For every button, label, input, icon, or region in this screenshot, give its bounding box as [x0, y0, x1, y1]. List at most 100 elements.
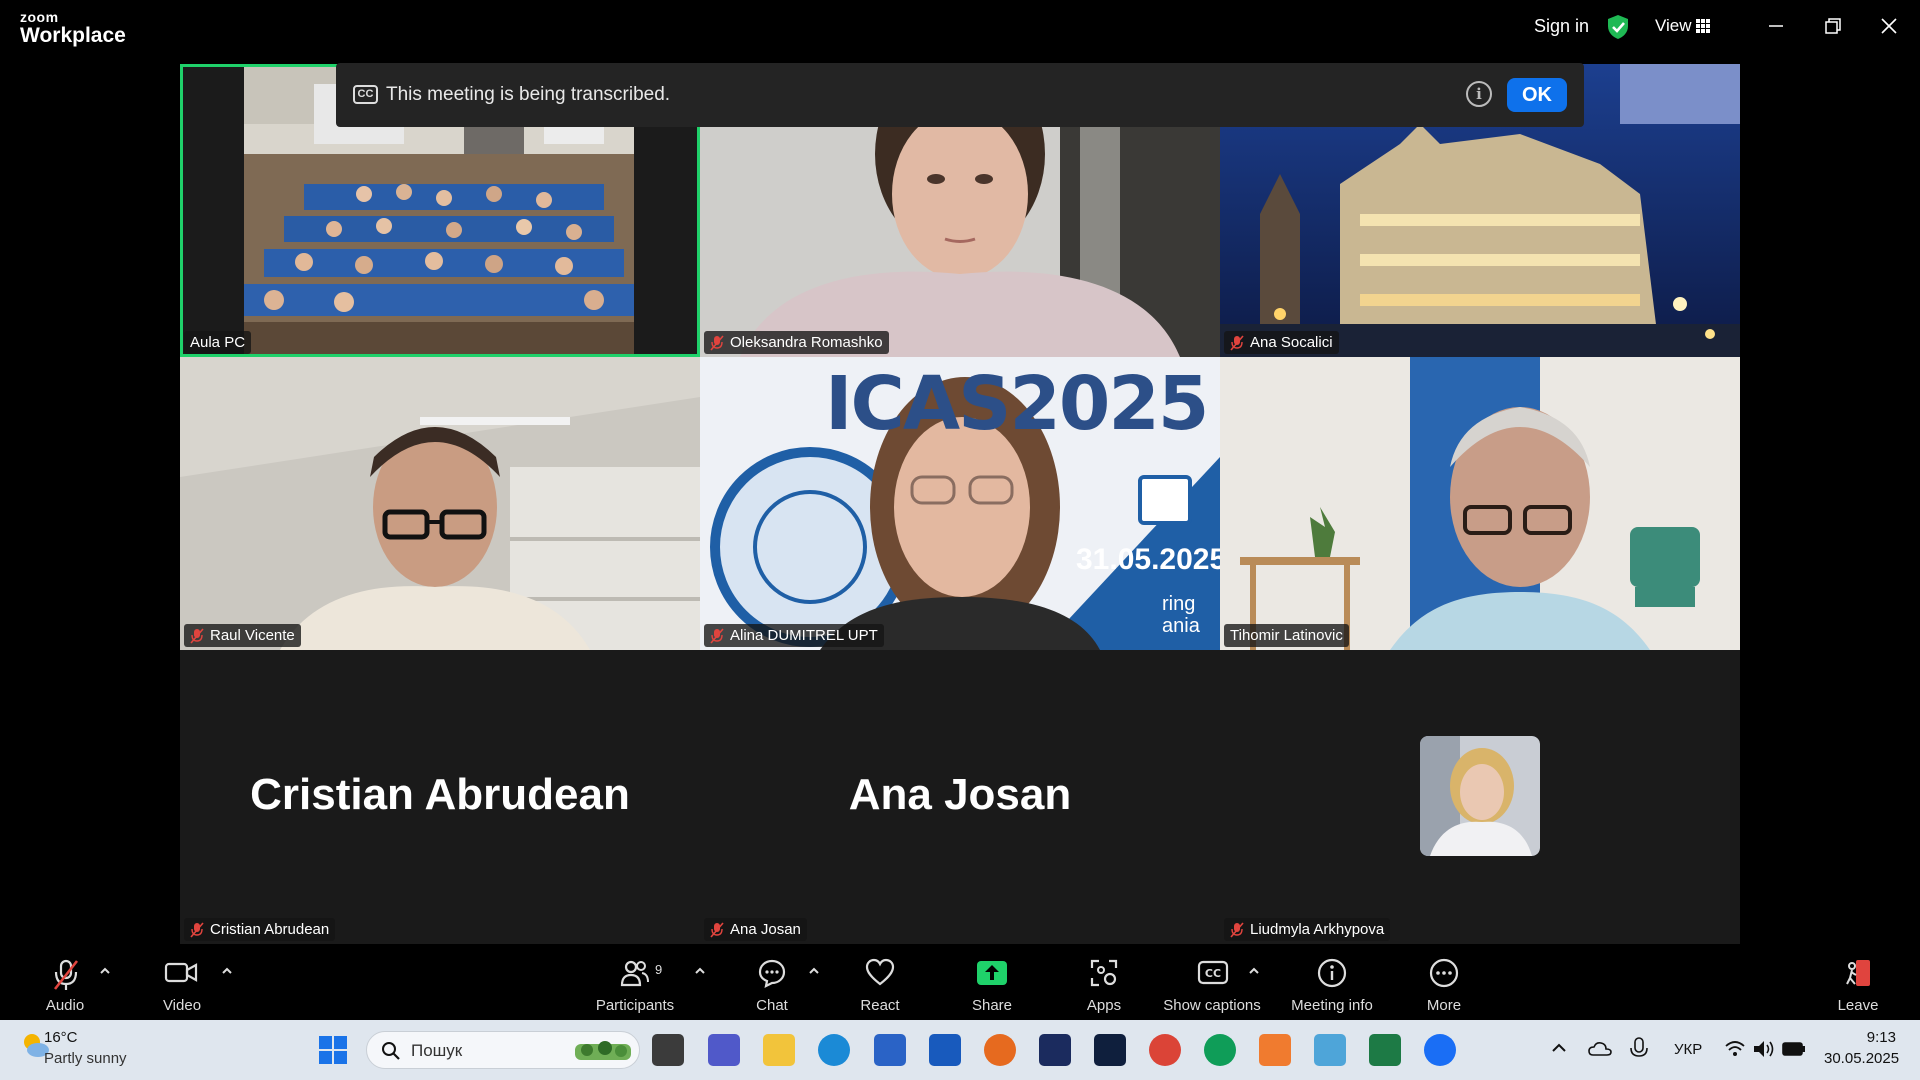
info-icon	[1317, 958, 1347, 988]
chevron-up-icon[interactable]	[99, 966, 111, 976]
react-button[interactable]: React	[848, 948, 912, 1020]
participant-name-label: Raul Vicente	[184, 624, 301, 647]
apps-button[interactable]: Apps	[1072, 948, 1136, 1020]
participant-tile-ana-josan[interactable]: Ana Josan Ana Josan	[700, 650, 1220, 944]
participant-name-label: Alina DUMITREL UPT	[704, 624, 884, 647]
microphone-tray-icon[interactable]	[1628, 1036, 1652, 1062]
mic-muted-icon	[190, 921, 204, 938]
mic-muted-icon	[710, 334, 724, 351]
excel-icon[interactable]	[1369, 1034, 1401, 1066]
mic-muted-icon	[1230, 334, 1244, 351]
file-explorer-icon[interactable]	[763, 1034, 795, 1066]
more-button[interactable]: More	[1412, 948, 1476, 1020]
mic-muted-icon	[53, 959, 79, 990]
weather-description[interactable]: Partly sunny	[44, 1050, 127, 1067]
participant-name: Raul Vicente	[210, 627, 295, 644]
chat-icon	[758, 959, 786, 988]
chevron-up-icon[interactable]	[808, 966, 820, 976]
participant-video	[180, 357, 700, 650]
clock-date[interactable]: 30.05.2025	[1824, 1050, 1899, 1067]
svg-text:CC: CC	[1205, 967, 1221, 980]
pdf-app-icon[interactable]	[1259, 1034, 1291, 1066]
video-button[interactable]: Video	[148, 948, 216, 1020]
edge-icon[interactable]	[818, 1034, 850, 1066]
chrome-profile-icon[interactable]	[1204, 1034, 1236, 1066]
firefox-icon[interactable]	[984, 1034, 1016, 1066]
participant-name-label: Tihomir Latinovic	[1224, 624, 1349, 647]
teams-icon[interactable]	[708, 1034, 740, 1066]
close-icon[interactable]	[1877, 14, 1901, 38]
participant-display-name: Ana Josan	[848, 770, 1072, 819]
react-label: React	[860, 997, 900, 1014]
wifi-icon[interactable]	[1724, 1039, 1746, 1059]
apps-icon	[1090, 959, 1118, 987]
mic-muted-icon	[710, 627, 724, 644]
leave-door-icon	[1846, 960, 1870, 986]
mic-muted-icon	[710, 921, 724, 938]
participant-name-label: Ana Socalici	[1224, 331, 1339, 354]
word-icon[interactable]	[929, 1034, 961, 1066]
task-view-icon[interactable]	[652, 1034, 684, 1066]
chrome-icon[interactable]	[1149, 1034, 1181, 1066]
mic-muted-icon	[190, 627, 204, 644]
input-language-indicator[interactable]: УКР	[1674, 1041, 1702, 1058]
paint-app-icon[interactable]	[1314, 1034, 1346, 1066]
sign-in-button[interactable]: Sign in	[1534, 16, 1589, 37]
share-button[interactable]: Share	[960, 948, 1024, 1020]
participant-name-label: Oleksandra Romashko	[704, 331, 889, 354]
audio-button[interactable]: Audio	[30, 948, 100, 1020]
search-highlight-image	[575, 1041, 631, 1060]
video-gallery: Aula PC Oleksandra Romashko Ana Socalici…	[180, 64, 1740, 944]
ok-button[interactable]: OK	[1507, 78, 1567, 112]
participant-tile-raul-vicente[interactable]: Raul Vicente	[180, 357, 700, 650]
participant-tile-liudmyla-arkhypova[interactable]: Liudmyla Arkhypova	[1220, 650, 1740, 944]
battery-icon[interactable]	[1782, 1040, 1806, 1058]
participant-tile-tihomir-latinovic[interactable]: Tihomir Latinovic	[1220, 357, 1740, 650]
volume-icon[interactable]	[1752, 1039, 1776, 1059]
participant-name: Aula PC	[190, 334, 246, 351]
show-captions-button[interactable]: CC Show captions	[1160, 948, 1264, 1020]
taskbar-search[interactable]: Пошук	[366, 1031, 640, 1069]
notice-text: This meeting is being transcribed.	[386, 84, 671, 105]
banner-date: 31.05.2025	[1076, 543, 1220, 576]
grid-icon[interactable]	[1696, 19, 1710, 33]
share-screen-icon	[977, 961, 1007, 985]
meeting-info-button[interactable]: Meeting info	[1282, 948, 1382, 1020]
video-camera-icon	[164, 962, 198, 983]
clock-time[interactable]: 9:13	[1846, 1029, 1896, 1046]
chat-button[interactable]: Chat	[740, 948, 804, 1020]
onedrive-icon[interactable]	[1588, 1038, 1612, 1060]
minimize-icon[interactable]	[1764, 14, 1788, 38]
restore-icon[interactable]	[1821, 14, 1845, 38]
chevron-up-icon[interactable]	[694, 966, 706, 976]
windows-start-icon[interactable]	[318, 1035, 348, 1065]
captions-label: Show captions	[1163, 997, 1261, 1014]
participant-tile-alina-dumitrel[interactable]: ICAS2025 31.05.2025 ring ania Alina DUMI…	[700, 357, 1220, 650]
meeting-toolbar: Audio Video 9 Participants Chat React Sh…	[0, 948, 1920, 1020]
shield-check-icon[interactable]	[1606, 14, 1630, 40]
b-app-icon[interactable]	[1039, 1034, 1071, 1066]
participant-name: Ana Josan	[730, 921, 801, 938]
dropbox-icon[interactable]	[1094, 1034, 1126, 1066]
leave-button[interactable]: Leave	[1826, 948, 1890, 1020]
chevron-up-icon[interactable]	[1248, 966, 1260, 976]
zoom-app-icon[interactable]	[1424, 1034, 1456, 1066]
banner-title: ICAS2025	[825, 361, 1209, 447]
view-button[interactable]: View	[1655, 16, 1692, 36]
chevron-up-icon[interactable]	[1551, 1042, 1567, 1054]
audio-label: Audio	[45, 997, 85, 1014]
mic-muted-icon	[1230, 921, 1244, 938]
participants-button[interactable]: 9 Participants	[590, 948, 680, 1020]
participants-icon	[620, 960, 649, 987]
info-icon[interactable]: i	[1466, 81, 1492, 107]
zoom-logo: zoom Workplace	[20, 10, 126, 46]
participants-count: 9	[655, 962, 663, 977]
participant-name: Liudmyla Arkhypova	[1250, 921, 1385, 938]
apps-label: Apps	[1086, 997, 1122, 1014]
avatar	[1420, 736, 1540, 856]
video-label: Video	[162, 997, 202, 1014]
participant-tile-cristian-abrudean[interactable]: Cristian Abrudean Cristian Abrudean	[180, 650, 700, 944]
microsoft-store-icon[interactable]	[874, 1034, 906, 1066]
weather-temperature[interactable]: 16°C	[44, 1029, 78, 1046]
chevron-up-icon[interactable]	[221, 966, 233, 976]
